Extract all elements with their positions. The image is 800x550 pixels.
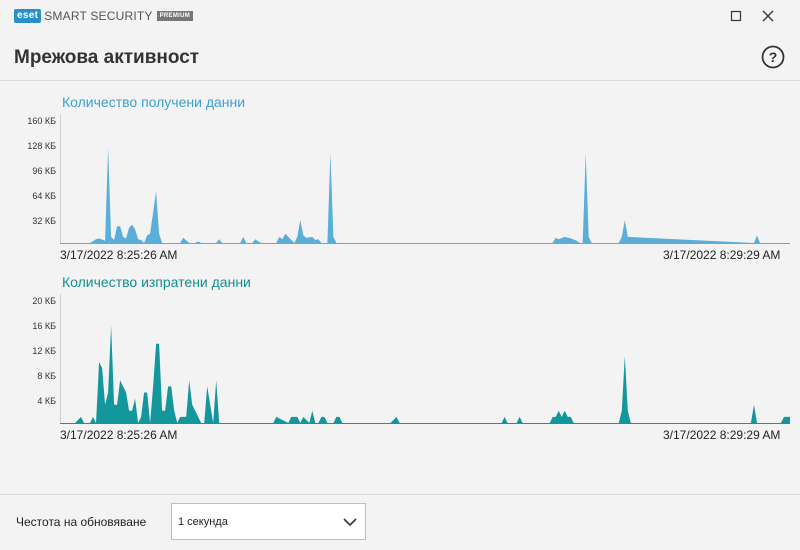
update-frequency-value: 1 секунда	[178, 516, 228, 528]
help-button[interactable]: ?	[761, 45, 785, 69]
maximize-icon	[730, 10, 742, 22]
received-ytick: 64 КБ	[32, 191, 56, 201]
received-series-area	[60, 147, 790, 243]
received-x-end-label: 3/17/2022 8:29:29 AM	[663, 248, 781, 262]
sent-ytick: 12 КБ	[32, 346, 56, 356]
close-button[interactable]	[757, 5, 779, 27]
sent-ytick: 4 КБ	[37, 396, 56, 406]
maximize-button[interactable]	[725, 5, 747, 27]
sent-series-area	[60, 325, 790, 423]
update-frequency-select[interactable]: 1 секунда	[171, 503, 366, 540]
product-name: SMART SECURITY	[44, 9, 153, 23]
question-circle-icon: ?	[761, 45, 785, 69]
received-chart-title: Количество получени данни	[62, 94, 246, 110]
title-bar: eset SMART SECURITY PREMIUM	[0, 0, 800, 32]
sent-ytick: 8 КБ	[37, 371, 56, 381]
received-ytick: 160 КБ	[27, 116, 56, 126]
sent-ytick: 20 КБ	[32, 296, 56, 306]
sent-area-chart	[60, 294, 790, 424]
received-area-chart	[60, 114, 790, 244]
footer-divider	[0, 494, 800, 495]
header-divider	[0, 80, 800, 81]
received-x-start-label: 3/17/2022 8:25:26 AM	[60, 248, 178, 262]
sent-chart-title: Количество изпратени данни	[62, 274, 251, 290]
page-title: Мрежова активност	[14, 47, 200, 68]
sent-x-start-label: 3/17/2022 8:25:26 AM	[60, 428, 178, 442]
received-ytick: 128 КБ	[27, 141, 56, 151]
eset-logo-mark: eset	[14, 9, 42, 23]
edition-badge: PREMIUM	[156, 11, 194, 21]
app-logo: eset SMART SECURITY PREMIUM	[14, 9, 194, 23]
sent-ytick: 16 КБ	[32, 321, 56, 331]
svg-text:?: ?	[769, 49, 778, 65]
received-ytick: 32 КБ	[32, 216, 56, 226]
chevron-down-icon	[343, 518, 357, 527]
close-icon	[762, 10, 774, 22]
sent-x-end-label: 3/17/2022 8:29:29 AM	[663, 428, 781, 442]
received-ytick: 96 КБ	[32, 166, 56, 176]
update-frequency-label: Честота на обновяване	[16, 515, 147, 529]
